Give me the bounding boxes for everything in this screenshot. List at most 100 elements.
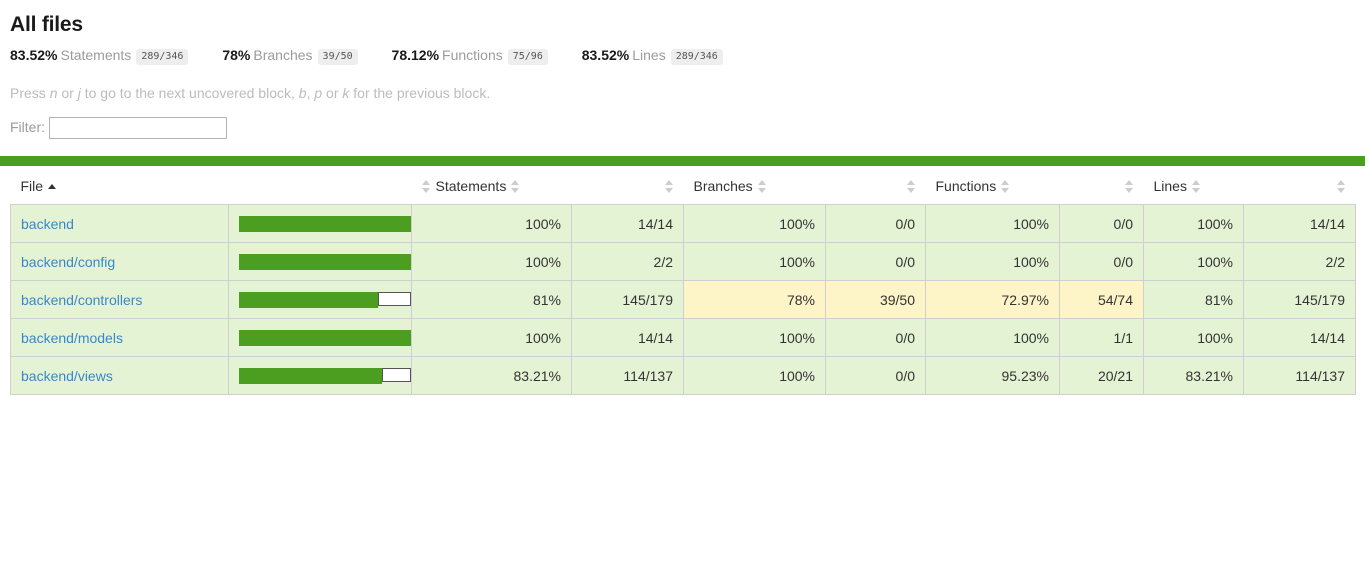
sort-asc-icon[interactable] bbox=[48, 184, 57, 190]
hint-key-p: p bbox=[314, 85, 323, 101]
file-link[interactable]: backend/config bbox=[21, 254, 115, 270]
table-row: backend/controllers 81% 145/179 78% 39/50 72.… bbox=[10, 280, 1356, 320]
cell-lines-percent: 81% bbox=[1143, 280, 1244, 320]
cell-branches-percent: 100% bbox=[683, 356, 826, 396]
cell-functions-percent: 100% bbox=[925, 204, 1060, 244]
col-header-file[interactable]: File bbox=[10, 166, 412, 205]
cell-lines-absolute: 145/179 bbox=[1243, 280, 1356, 320]
cell-functions-percent: 95.23% bbox=[925, 356, 1060, 396]
functions-percent: 78.12% bbox=[391, 47, 440, 63]
cell-branches-percent: 78% bbox=[683, 280, 826, 320]
keyboard-hint: Press n or j to go to the next uncovered… bbox=[10, 84, 1355, 102]
summary-metric-statements: 83.52% Statements 289/346 bbox=[10, 45, 189, 65]
sort-toggle-icon[interactable] bbox=[511, 180, 520, 194]
table-row: backend/config 100% 2/2 100% 0/0 100% 0/0 100% 2… bbox=[10, 242, 1356, 282]
summary-metric-lines: 83.52% Lines 289/346 bbox=[582, 45, 723, 65]
lines-label: Lines bbox=[632, 47, 666, 63]
coverage-header-row: File Statements Branches Functions Lines bbox=[10, 166, 1356, 205]
cell-branches-absolute: 0/0 bbox=[825, 356, 926, 396]
coverage-table-area: File Statements Branches Functions Lines… bbox=[0, 166, 1365, 396]
cell-file: backend/models bbox=[10, 318, 229, 358]
summary-metric-functions: 78.12% Functions 75/96 bbox=[392, 45, 548, 65]
coverage-summary: 83.52% Statements 289/346 78% Branches 39/50… bbox=[10, 45, 1355, 65]
coverage-bar-fill bbox=[239, 367, 382, 384]
cell-lines-percent: 100% bbox=[1143, 204, 1244, 244]
col-header-statements-abs[interactable] bbox=[571, 166, 684, 205]
sort-toggle-icon[interactable] bbox=[906, 180, 916, 194]
cell-statements-absolute: 14/14 bbox=[571, 318, 684, 358]
coverage-bar-fill bbox=[239, 215, 411, 232]
coverage-status-bar bbox=[0, 156, 1365, 167]
cell-branches-percent: 100% bbox=[683, 318, 826, 358]
coverage-bar bbox=[239, 329, 411, 346]
hint-mid-1: or bbox=[57, 85, 78, 101]
cell-file: backend/config bbox=[10, 242, 229, 282]
branches-percent: 78% bbox=[222, 47, 251, 63]
col-header-statements[interactable]: Statements bbox=[411, 166, 572, 205]
cell-functions-absolute: 0/0 bbox=[1059, 204, 1144, 244]
cell-statements-percent: 100% bbox=[411, 204, 572, 244]
col-header-branches[interactable]: Branches bbox=[683, 166, 826, 205]
table-row: backend/models 100% 14/14 100% 0/0 100% 1/1 100… bbox=[10, 318, 1356, 358]
cell-coverage-bar bbox=[228, 204, 412, 244]
sort-toggle-icon[interactable] bbox=[664, 180, 674, 194]
cell-functions-percent: 100% bbox=[925, 242, 1060, 282]
coverage-bar bbox=[239, 367, 411, 384]
file-link[interactable]: backend/controllers bbox=[21, 292, 142, 308]
cell-functions-absolute: 20/21 bbox=[1059, 356, 1144, 396]
sort-toggle-icon[interactable] bbox=[1336, 180, 1346, 194]
table-row: backend 100% 14/14 100% 0/0 100% 0/0 100% 14/14 bbox=[10, 204, 1356, 244]
functions-label: Functions bbox=[442, 47, 503, 63]
cell-functions-percent: 100% bbox=[925, 318, 1060, 358]
cell-lines-percent: 83.21% bbox=[1143, 356, 1244, 396]
file-link[interactable]: backend/models bbox=[21, 330, 123, 346]
cell-branches-absolute: 0/0 bbox=[825, 204, 926, 244]
col-header-functions-abs[interactable] bbox=[1059, 166, 1144, 205]
cell-file: backend bbox=[10, 204, 229, 244]
statements-label: Statements bbox=[60, 47, 132, 63]
coverage-bar bbox=[239, 215, 411, 232]
cell-coverage-bar bbox=[228, 318, 412, 358]
sort-toggle-icon[interactable] bbox=[1124, 180, 1134, 194]
sort-toggle-icon[interactable] bbox=[1001, 180, 1010, 194]
cell-branches-percent: 100% bbox=[683, 204, 826, 244]
coverage-bar-fill bbox=[239, 291, 378, 308]
col-header-statements-label: Statements bbox=[435, 178, 507, 195]
cell-lines-absolute: 14/14 bbox=[1243, 318, 1356, 358]
sort-toggle-icon[interactable] bbox=[421, 180, 431, 194]
lines-percent: 83.52% bbox=[581, 47, 630, 63]
filter-row: Filter: bbox=[10, 116, 1355, 140]
filter-input[interactable] bbox=[49, 117, 227, 140]
hint-prefix: Press bbox=[10, 85, 50, 101]
col-header-branches-abs[interactable] bbox=[825, 166, 926, 205]
coverage-table-body: backend 100% 14/14 100% 0/0 100% 0/0 100% 14/14 b… bbox=[10, 204, 1356, 396]
cell-branches-absolute: 0/0 bbox=[825, 318, 926, 358]
col-header-functions-label: Functions bbox=[935, 178, 997, 195]
cell-statements-absolute: 2/2 bbox=[571, 242, 684, 282]
col-header-functions[interactable]: Functions bbox=[925, 166, 1060, 205]
sort-toggle-icon[interactable] bbox=[757, 180, 767, 194]
cell-lines-absolute: 14/14 bbox=[1243, 204, 1356, 244]
col-header-lines-abs[interactable] bbox=[1243, 166, 1356, 205]
coverage-bar bbox=[239, 253, 411, 270]
cell-statements-percent: 81% bbox=[411, 280, 572, 320]
coverage-bar-fill bbox=[239, 329, 411, 346]
hint-mid-2: to go to the next uncovered block, bbox=[80, 85, 299, 101]
cell-functions-percent: 72.97% bbox=[925, 280, 1060, 320]
cell-file: backend/controllers bbox=[10, 280, 229, 320]
coverage-bar-fill bbox=[239, 253, 411, 270]
cell-coverage-bar bbox=[228, 280, 412, 320]
file-link[interactable]: backend bbox=[21, 216, 74, 232]
filter-label: Filter: bbox=[10, 119, 45, 135]
cell-functions-absolute: 1/1 bbox=[1059, 318, 1144, 358]
statements-percent: 83.52% bbox=[10, 47, 58, 63]
file-link[interactable]: backend/views bbox=[21, 368, 113, 384]
col-header-branches-label: Branches bbox=[693, 178, 753, 195]
cell-statements-percent: 83.21% bbox=[411, 356, 572, 396]
branches-label: Branches bbox=[253, 47, 313, 63]
sort-toggle-icon[interactable] bbox=[1191, 180, 1201, 194]
page-title: All files bbox=[10, 13, 83, 36]
col-header-lines[interactable]: Lines bbox=[1143, 166, 1244, 205]
coverage-bar-empty bbox=[378, 291, 411, 306]
coverage-table-head: File Statements Branches Functions Lines bbox=[10, 166, 1356, 205]
